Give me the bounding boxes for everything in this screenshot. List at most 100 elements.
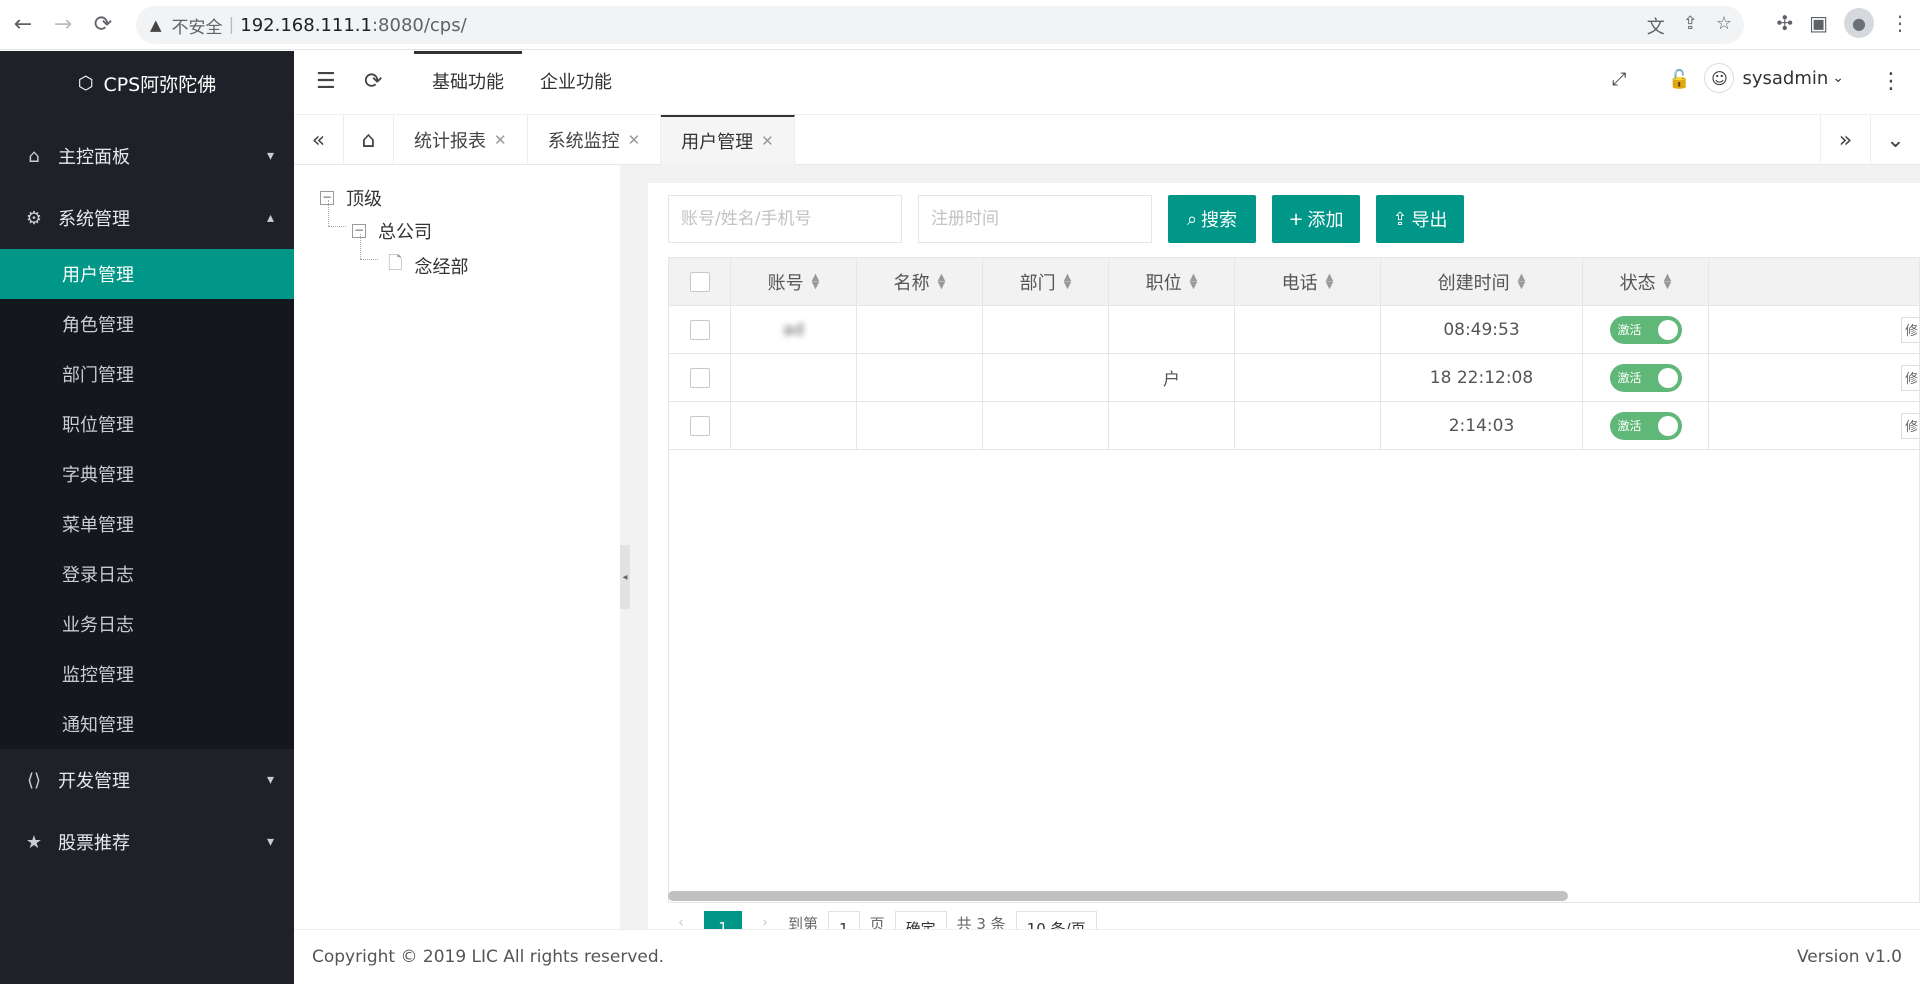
sidebar-item-monitor-management[interactable]: 监控管理 <box>0 649 294 699</box>
add-button[interactable]: + 添加 <box>1272 195 1360 243</box>
sidebar: ⬡ CPS阿弥陀佛 ⌂ 主控面板 ▾ ⚙ 系统管理 ▴ 用户管理 角色管理 部门… <box>0 51 294 984</box>
side-panel-icon[interactable]: ▣ <box>1809 11 1828 35</box>
status-toggle[interactable]: 激活 <box>1609 315 1682 344</box>
sidebar-item-menu-management[interactable]: 菜单管理 <box>0 499 294 549</box>
column-header-account[interactable]: 账号 ▲ ▼ <box>731 258 857 305</box>
url-path: :8080/cps/ <box>371 14 467 36</box>
edit-button[interactable]: 修 <box>1901 316 1919 343</box>
brand[interactable]: ⬡ CPS阿弥陀佛 <box>0 51 294 115</box>
column-header-phone[interactable]: 电话 ▲ ▼ <box>1235 258 1381 305</box>
sidebar-item-dept-management[interactable]: 部门管理 <box>0 349 294 399</box>
reload-icon[interactable]: ⟳ <box>86 8 120 42</box>
column-header-created[interactable]: 创建时间 ▲ ▼ <box>1381 258 1583 305</box>
forward-icon[interactable]: → <box>46 8 80 42</box>
refresh-icon[interactable]: ⟳ <box>364 69 382 94</box>
sidebar-item-position-management[interactable]: 职位管理 <box>0 399 294 449</box>
tab-label: 统计报表 <box>414 131 486 152</box>
table-row[interactable]: ad 08:49:53 激活 修 <box>669 306 1919 354</box>
status-toggle[interactable]: 激活 <box>1609 411 1682 440</box>
back-icon[interactable]: ← <box>6 8 40 42</box>
cell-phone <box>1235 306 1381 353</box>
more-menu-icon[interactable]: ⋮ <box>1890 11 1910 35</box>
row-checkbox[interactable] <box>689 367 710 388</box>
tab-basic-functions[interactable]: 基础功能 <box>414 51 522 115</box>
collapse-icon[interactable]: − <box>320 191 334 205</box>
goto-confirm-button[interactable]: 确定 <box>894 911 947 929</box>
select-all-checkbox[interactable] <box>689 271 710 292</box>
row-checkbox[interactable] <box>689 415 710 436</box>
edit-button[interactable]: 修 <box>1901 412 1919 439</box>
sidebar-item-business-log[interactable]: 业务日志 <box>0 599 294 649</box>
sort-icon[interactable]: ▲ ▼ <box>1664 272 1672 290</box>
sidebar-group-dashboard[interactable]: ⌂ 主控面板 ▾ <box>0 125 294 187</box>
sidebar-group-dev[interactable]: ⟨⟩ 开发管理 ▾ <box>0 749 294 811</box>
column-header-dept[interactable]: 部门 ▲ ▼ <box>983 258 1109 305</box>
table-row[interactable]: 2:14:03 激活 修 <box>669 402 1919 450</box>
page-size-select[interactable]: 10 条/页 <box>1015 911 1097 929</box>
prev-page-icon[interactable]: ‹ <box>668 905 694 929</box>
tab-options-chevron-icon[interactable]: ⌄ <box>1870 115 1920 165</box>
share-icon[interactable]: ⇪ <box>1683 13 1698 39</box>
sidebar-item-dict-management[interactable]: 字典管理 <box>0 449 294 499</box>
tab-user-management[interactable]: 用户管理 ✕ <box>661 115 795 165</box>
tree-node-company[interactable]: − 总公司 <box>352 218 432 244</box>
address-bar[interactable]: ▲ 不安全 | 192.168.111.1:8080/cps/ 文 ⇪ ☆ <box>136 6 1744 44</box>
bookmark-star-icon[interactable]: ☆ <box>1716 13 1732 39</box>
fullscreen-icon[interactable]: ⤢ <box>1612 69 1626 90</box>
close-icon[interactable]: ✕ <box>628 131 641 149</box>
table-row[interactable]: 户 18 22:12:08 激活 修 <box>669 354 1919 402</box>
collapse-menu-icon[interactable]: ☰ <box>316 69 336 94</box>
close-icon[interactable]: ✕ <box>761 132 774 150</box>
register-date-input[interactable]: 注册时间 <box>918 195 1152 243</box>
sidebar-group-stocks[interactable]: ★ 股票推荐 ▾ <box>0 811 294 873</box>
cell-account <box>731 402 857 449</box>
sidebar-item-notice-management[interactable]: 通知管理 <box>0 699 294 749</box>
sort-icon[interactable]: ▲ ▼ <box>938 272 946 290</box>
column-label: 名称 <box>893 272 930 294</box>
sidebar-item-login-log[interactable]: 登录日志 <box>0 549 294 599</box>
translate-icon[interactable]: 文 <box>1647 13 1665 39</box>
sidebar-item-role-management[interactable]: 角色管理 <box>0 299 294 349</box>
home-tab-icon[interactable]: ⌂ <box>344 115 394 165</box>
tree-node-dept[interactable]: 🗋 念经部 <box>388 251 468 281</box>
status-toggle[interactable]: 激活 <box>1609 363 1682 392</box>
column-header-position[interactable]: 职位 ▲ ▼ <box>1109 258 1235 305</box>
row-checkbox[interactable] <box>689 319 710 340</box>
goto-page-input[interactable]: 1 <box>828 911 860 929</box>
scroll-left-icon[interactable]: « <box>294 115 344 165</box>
sort-icon[interactable]: ▲ ▼ <box>1518 272 1526 290</box>
export-button[interactable]: ⇪ 导出 <box>1376 195 1464 243</box>
tree-node-label: 总公司 <box>378 222 432 243</box>
sort-icon[interactable]: ▲ ▼ <box>1326 272 1334 290</box>
tab-system-monitor[interactable]: 系统监控 ✕ <box>528 115 662 165</box>
close-icon[interactable]: ✕ <box>494 131 507 149</box>
scroll-right-icon[interactable]: » <box>1820 115 1870 165</box>
sort-icon[interactable]: ▲ ▼ <box>1190 272 1198 290</box>
profile-avatar-icon[interactable]: ● <box>1844 8 1874 38</box>
user-menu[interactable]: ☺ sysadmin ⌄ <box>1704 63 1844 93</box>
extensions-icon[interactable]: ✣ <box>1776 11 1793 35</box>
column-header-name[interactable]: 名称 ▲ ▼ <box>857 258 983 305</box>
horizontal-scrollbar[interactable] <box>668 891 1568 901</box>
tree-connector <box>360 259 378 260</box>
collapse-tree-handle[interactable]: ◂ <box>620 545 630 609</box>
edit-button[interactable]: 修 <box>1901 364 1919 391</box>
toggle-knob <box>1657 415 1678 436</box>
sidebar-item-user-management[interactable]: 用户管理 <box>0 249 294 299</box>
tab-statistics[interactable]: 统计报表 ✕ <box>394 115 528 165</box>
search-button[interactable]: ⌕ 搜索 <box>1168 195 1256 243</box>
search-input[interactable]: 账号/姓名/手机号 <box>668 195 902 243</box>
tab-enterprise-functions[interactable]: 企业功能 <box>522 51 630 115</box>
cell-position <box>1109 306 1235 353</box>
sidebar-group-system[interactable]: ⚙ 系统管理 ▴ <box>0 187 294 249</box>
tree-node-root[interactable]: − 顶级 <box>320 185 382 211</box>
collapse-icon[interactable]: − <box>352 224 366 238</box>
sort-icon[interactable]: ▲ ▼ <box>1064 272 1072 290</box>
column-header-status[interactable]: 状态 ▲ ▼ <box>1583 258 1709 305</box>
more-vertical-icon[interactable]: ⋮ <box>1880 69 1902 94</box>
sort-icon[interactable]: ▲ ▼ <box>812 272 820 290</box>
current-page[interactable]: 1 <box>704 911 742 929</box>
next-page-icon[interactable]: › <box>752 905 778 929</box>
lock-icon[interactable]: 🔓 <box>1668 69 1690 90</box>
address-separator: | <box>228 15 235 35</box>
